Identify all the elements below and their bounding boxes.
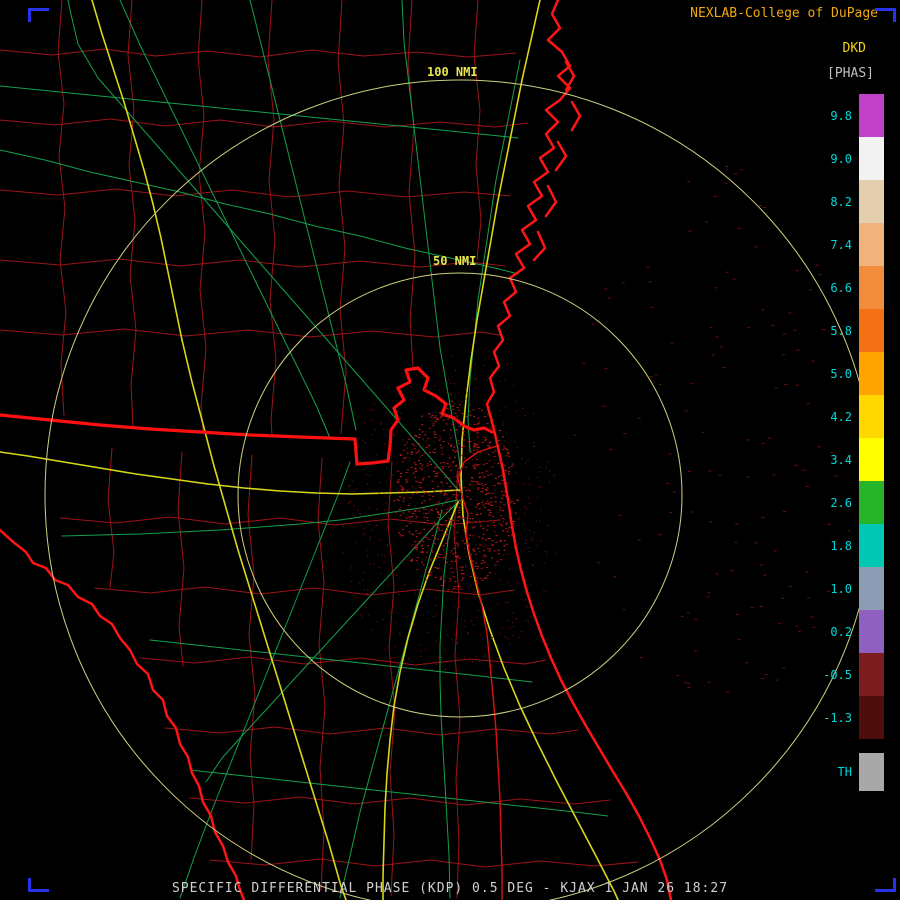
colorbar-entry: 3.4 xyxy=(808,438,884,481)
colorbar-entry: 5.8 xyxy=(808,309,884,352)
colorbar-entry: TH xyxy=(808,753,884,791)
colorbar-entry: 4.2 xyxy=(808,395,884,438)
corner-marker-bottom-left xyxy=(28,878,49,892)
colorbar-entry: 9.8 xyxy=(808,94,884,137)
colorbar-swatch xyxy=(859,137,884,180)
colorbar-tick-label: 8.2 xyxy=(830,194,852,209)
radar-map: 50 NMI 100 NMI xyxy=(0,0,876,900)
corner-marker-bottom-right xyxy=(875,878,896,892)
colorbar-swatch xyxy=(859,352,884,395)
colorbar-tick-label: 5.8 xyxy=(830,323,852,338)
colorbar-entry: 1.0 xyxy=(808,567,884,610)
colorbar-swatch xyxy=(859,223,884,266)
radar-display-frame: 50 NMI 100 NMI NEXLAB-College of DuPage D… xyxy=(0,0,900,900)
colorbar-tick-label: 9.8 xyxy=(830,108,852,123)
colorbar-tick-label: -1.3 xyxy=(823,710,852,725)
colorbar-entry: -1.3 xyxy=(808,696,884,739)
corner-marker-top-right xyxy=(875,8,896,22)
colorbar-tick-label: TH xyxy=(837,765,852,779)
header-block: NEXLAB-College of DuPage DKD [PHAS] xyxy=(690,6,878,81)
colorbar-swatch xyxy=(859,266,884,309)
roads-primary-layer xyxy=(0,0,619,900)
colorbar-swatch xyxy=(859,567,884,610)
colorbar-tick-label: 6.6 xyxy=(830,280,852,295)
range-ring xyxy=(237,272,683,718)
colorbar-tick-label: 7.4 xyxy=(830,237,852,252)
colorbar-entry: -0.5 xyxy=(808,653,884,696)
colorbar-swatch xyxy=(859,610,884,653)
colorbar-swatch xyxy=(859,753,884,791)
colorbar-swatch xyxy=(859,524,884,567)
colorbar-swatch xyxy=(859,481,884,524)
colorbar-entry: 9.0 xyxy=(808,137,884,180)
colorbar-tick-label: 4.2 xyxy=(830,409,852,424)
colorbar-entry: 7.4 xyxy=(808,223,884,266)
colorbar-entry: 1.8 xyxy=(808,524,884,567)
color-scale-legend: 9.8 9.0 8.2 7.4 6.6 5.8 5.0 4.2 3.4 2.6 1.8 1.0 0.2 -… xyxy=(808,94,884,791)
colorbar-tick-label: -0.5 xyxy=(823,667,852,682)
colorbar-tick-label: 2.6 xyxy=(830,495,852,510)
colorbar-tick-label: 5.0 xyxy=(830,366,852,381)
colorbar-swatch xyxy=(859,94,884,137)
colorbar-tick-label: 3.4 xyxy=(830,452,852,467)
product-code: DKD xyxy=(842,41,866,56)
colorbar-swatch xyxy=(859,696,884,739)
colorbar-swatch xyxy=(859,395,884,438)
colorbar-entry: 6.6 xyxy=(808,266,884,309)
state-border-layer xyxy=(0,366,494,466)
colorbar-tick-label: 1.8 xyxy=(830,538,852,553)
corner-marker-top-left xyxy=(28,8,49,22)
colorbar-swatch xyxy=(859,309,884,352)
colorbar-swatch xyxy=(859,180,884,223)
site-title: NEXLAB-College of DuPage xyxy=(690,6,878,21)
colorbar-entry: 5.0 xyxy=(808,352,884,395)
product-units: [PHAS] xyxy=(827,66,874,81)
colorbar-entry: 8.2 xyxy=(808,180,884,223)
colorbar-tick-label: 9.0 xyxy=(830,151,852,166)
range-ring-label: 100 NMI xyxy=(427,65,478,79)
county-lines-layer xyxy=(0,0,639,899)
colorbar-entry: 0.2 xyxy=(808,610,884,653)
colorbar-tick-label: 1.0 xyxy=(830,581,852,596)
colorbar-swatch xyxy=(859,653,884,696)
colorbar-swatch xyxy=(859,438,884,481)
status-bar-text: SPECIFIC DIFFERENTIAL PHASE (KDP) 0.5 DE… xyxy=(171,881,729,896)
coastline-layer xyxy=(0,0,673,900)
colorbar-entry: 2.6 xyxy=(808,481,884,524)
colorbar-tick-label: 0.2 xyxy=(830,624,852,639)
range-ring-label: 50 NMI xyxy=(433,254,476,268)
